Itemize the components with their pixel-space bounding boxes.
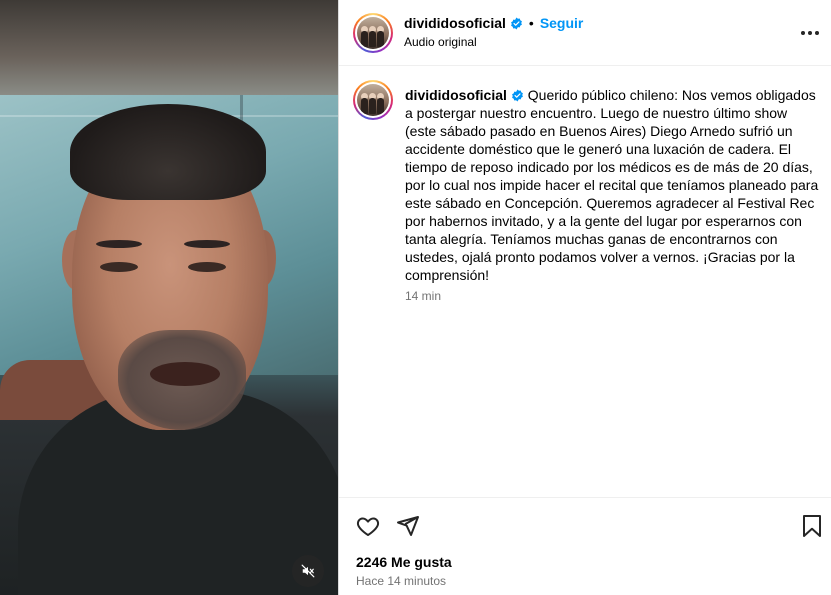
mute-toggle-button[interactable] xyxy=(292,555,324,587)
post-header: divididosoficial • Seguir Audio original xyxy=(339,0,831,66)
audio-link[interactable]: Audio original xyxy=(404,35,583,49)
follow-button[interactable]: Seguir xyxy=(540,15,584,31)
like-button[interactable] xyxy=(356,514,380,543)
caption-body: Querido público chileno: Nos vemos oblig… xyxy=(405,87,819,283)
muted-speaker-icon xyxy=(301,564,315,578)
verified-badge-icon xyxy=(511,89,523,102)
bookmark-icon xyxy=(803,515,821,537)
heart-icon xyxy=(356,517,380,536)
avatar[interactable] xyxy=(353,13,393,53)
header-text: divididosoficial • Seguir Audio original xyxy=(404,15,583,49)
caption-text: divididosoficial Querido público chileno… xyxy=(405,86,819,284)
more-options-button[interactable] xyxy=(798,24,822,42)
video-frame-background xyxy=(0,0,338,95)
video-frame-person-mouth xyxy=(150,362,220,386)
video-frame-person-eye xyxy=(100,262,138,272)
post-details-panel: divididosoficial • Seguir Audio original xyxy=(338,0,831,595)
save-button[interactable] xyxy=(801,514,823,543)
video-frame-person-brow xyxy=(96,240,142,248)
author-username[interactable]: divididosoficial xyxy=(404,15,506,31)
verified-badge-icon xyxy=(510,17,522,29)
caption-section: divididosoficial Querido público chileno… xyxy=(339,67,831,497)
video-frame-person-eye xyxy=(188,262,226,272)
caption-timestamp[interactable]: 14 min xyxy=(405,289,441,303)
action-bar: 2246 Me gusta Hace 14 minutos xyxy=(339,497,831,595)
more-options-icon xyxy=(801,31,805,35)
send-icon xyxy=(397,516,419,536)
caption-username[interactable]: divididosoficial xyxy=(405,87,507,103)
share-button[interactable] xyxy=(396,514,420,543)
separator-dot: • xyxy=(528,15,534,31)
likes-count[interactable]: 2246 Me gusta xyxy=(356,554,452,570)
post-timestamp[interactable]: Hace 14 minutos xyxy=(356,574,446,588)
caption-avatar[interactable] xyxy=(353,80,393,120)
video-frame-person-hair xyxy=(70,104,266,200)
video-player[interactable] xyxy=(0,0,338,595)
video-frame-person-brow xyxy=(184,240,230,248)
